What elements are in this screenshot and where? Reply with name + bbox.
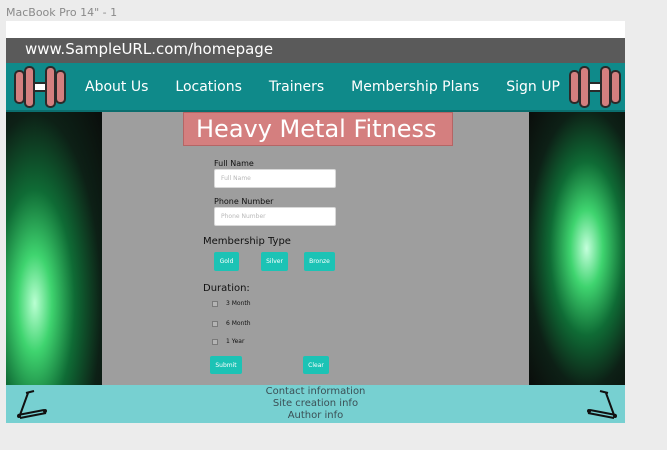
page-title: Heavy Metal Fitness bbox=[183, 112, 453, 146]
nav-sign-up[interactable]: Sign UP bbox=[506, 79, 560, 95]
site-creation-info-link[interactable]: Site creation info bbox=[6, 398, 625, 410]
url-text: www.SampleURL.com/homepage bbox=[25, 40, 274, 58]
membership-type-label: Membership Type bbox=[203, 236, 291, 247]
nav-about-us[interactable]: About Us bbox=[85, 79, 148, 95]
page-title-text: Heavy Metal Fitness bbox=[196, 115, 437, 143]
nav-links: About Us Locations Trainers Membership P… bbox=[85, 63, 560, 110]
traffic-light-image bbox=[6, 112, 102, 385]
frame-label: MacBook Pro 14" - 1 bbox=[6, 6, 118, 19]
footer-links: Contact information Site creation info A… bbox=[6, 385, 625, 422]
duration-option-label: 6 Month bbox=[226, 320, 251, 327]
footer: Contact information Site creation info A… bbox=[6, 385, 625, 423]
duration-option[interactable]: 6 Month bbox=[212, 320, 251, 327]
contact-info-link[interactable]: Contact information bbox=[6, 386, 625, 398]
duration-option[interactable]: 3 Month bbox=[212, 300, 251, 307]
traffic-light-image bbox=[529, 112, 625, 385]
checkbox[interactable] bbox=[212, 300, 218, 307]
checkbox[interactable] bbox=[212, 320, 218, 327]
dumbbell-icon bbox=[14, 66, 66, 108]
silver-button[interactable]: Silver bbox=[261, 252, 288, 271]
dumbbell-icon bbox=[569, 66, 621, 108]
submit-button[interactable]: Submit bbox=[210, 356, 242, 374]
nav-locations[interactable]: Locations bbox=[175, 79, 242, 95]
duration-option[interactable]: 1 Year bbox=[212, 338, 244, 345]
signup-form: Heavy Metal Fitness Full Name Phone Numb… bbox=[102, 112, 549, 385]
bronze-button[interactable]: Bronze bbox=[304, 252, 335, 271]
full-name-input[interactable] bbox=[214, 169, 336, 188]
phone-number-input[interactable] bbox=[214, 207, 336, 226]
author-info-link[interactable]: Author info bbox=[6, 410, 625, 422]
nav-membership-plans[interactable]: Membership Plans bbox=[351, 79, 479, 95]
duration-option-label: 3 Month bbox=[226, 300, 251, 307]
nav-trainers[interactable]: Trainers bbox=[269, 79, 324, 95]
phone-number-label: Phone Number bbox=[214, 197, 274, 206]
checkbox[interactable] bbox=[212, 338, 218, 345]
clear-button[interactable]: Clear bbox=[303, 356, 329, 374]
address-bar[interactable]: www.SampleURL.com/homepage bbox=[6, 38, 625, 63]
duration-option-label: 1 Year bbox=[226, 338, 245, 345]
treadmill-icon bbox=[587, 390, 617, 419]
duration-label: Duration: bbox=[203, 283, 250, 294]
navbar: About Us Locations Trainers Membership P… bbox=[6, 63, 625, 112]
hero-section: Heavy Metal Fitness Full Name Phone Numb… bbox=[6, 112, 625, 385]
full-name-label: Full Name bbox=[214, 159, 254, 168]
gold-button[interactable]: Gold bbox=[214, 252, 239, 271]
page-frame: www.SampleURL.com/homepage About Us Loca… bbox=[6, 21, 625, 423]
